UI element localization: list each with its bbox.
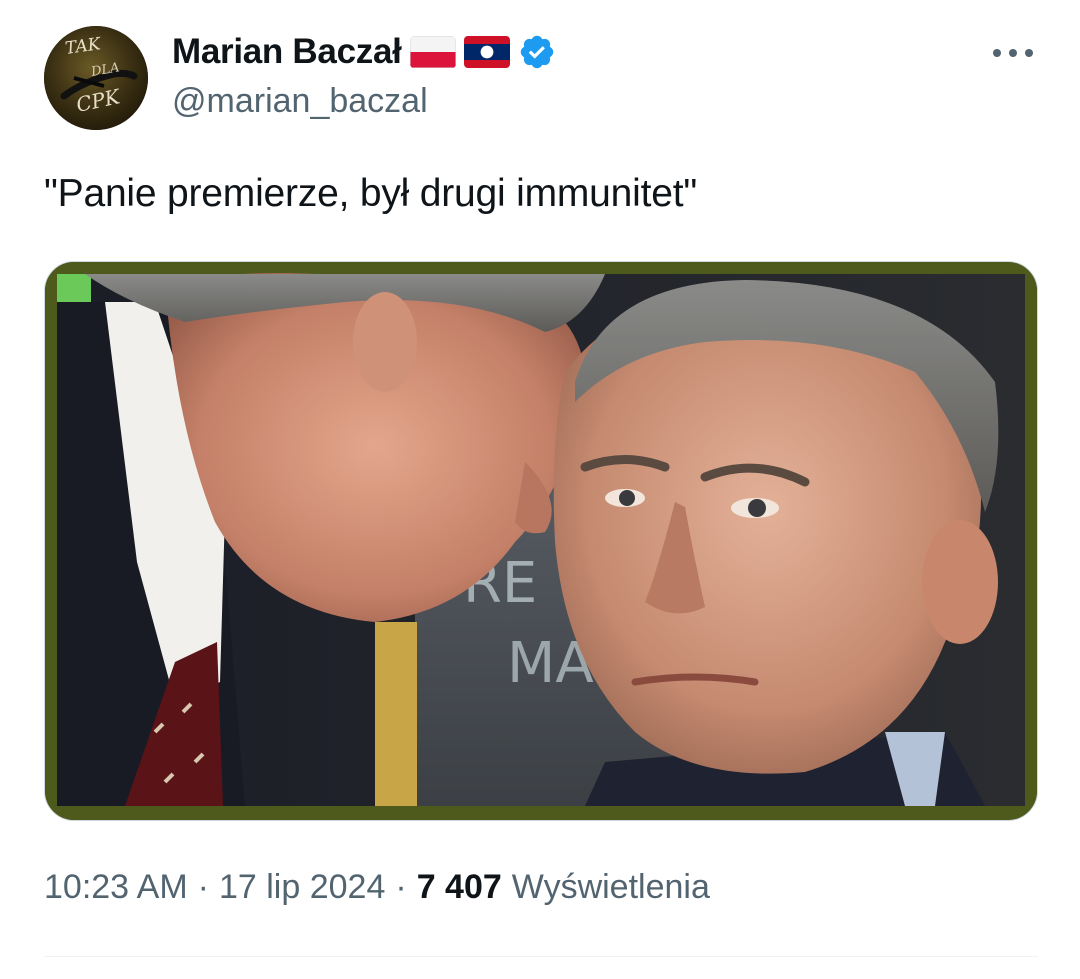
tweet-time[interactable]: 10:23 AM [44,868,188,907]
verified-badge-icon [518,33,556,71]
tweet-photo[interactable]: RE MA [44,261,1038,821]
views-label: Wyświetlenia [511,868,710,906]
avatar-image: TAK DLA CPK [44,26,148,130]
author-name-row[interactable]: Marian Baczał [172,30,556,74]
divider [44,956,1038,957]
views-count: 7 407 [416,868,502,906]
tweet-date[interactable]: 17 lip 2024 [219,868,385,907]
laos-flag-icon [463,36,510,68]
author-handle[interactable]: @marian_baczal [172,82,428,121]
meta-separator: · [197,868,209,906]
more-options-icon[interactable] [988,36,1038,70]
meta-separator: · [395,868,407,906]
tweet-text: "Panie premierze, był drugi immunitet" [44,172,698,215]
tweet-meta: 10:23 AM · 17 lip 2024 · 7 407 Wyświetle… [44,868,710,907]
author-name: Marian Baczał [172,32,402,71]
avatar[interactable]: TAK DLA CPK [44,26,148,130]
poland-flag-icon [409,36,456,68]
